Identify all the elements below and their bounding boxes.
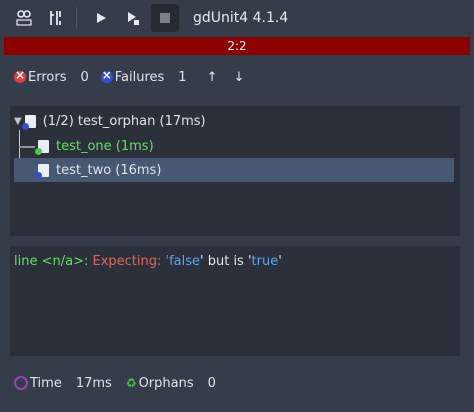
tree-item-test-two[interactable]: test_two (16ms) [14,158,454,182]
test-failed-icon [35,163,49,179]
test-tree: ▼ (1/2) test_orphan (17ms) test_one (1ms… [10,106,460,236]
orphans-label: Orphans [138,375,194,391]
tree-item-test-one[interactable]: test_one (1ms) [35,134,154,158]
time-label: Time [30,375,62,391]
stats-bar: Errors 0 Failures 1 ↑ ↓ [14,66,252,88]
tree-line [19,146,35,148]
tools-icon[interactable] [42,4,70,32]
progress-bar: 2:2 [4,37,470,55]
app-title: gdUnit4 4.1.4 [193,10,289,26]
time-icon [14,376,28,390]
test-passed-icon [35,139,49,155]
failure-icon [100,68,113,83]
orphans-value: 0 [207,375,216,391]
footer-stats: Time 17ms ♻ Orphans 0 [14,372,216,394]
output-line-ref: line <n/a>: [14,254,89,269]
output-expected: false [169,254,201,269]
tree-item-label: test_one (1ms) [56,138,154,154]
chevron-down-icon[interactable]: ▼ [14,116,22,127]
debug-run-icon[interactable] [119,4,147,32]
next-failure-button[interactable]: ↓ [233,70,244,85]
output-actual: true [251,254,279,269]
time-value: 17ms [75,375,112,391]
errors-count: 0 [80,69,89,85]
play-icon[interactable] [87,4,115,32]
prev-failure-button[interactable]: ↑ [207,70,218,85]
output-middle: ' but is ' [200,254,252,269]
suite-file-icon [21,114,36,130]
orphans-icon: ♻ [125,376,137,390]
stop-icon[interactable] [151,4,179,32]
tree-item-label: test_two (16ms) [56,162,162,178]
failures-count: 1 [178,69,187,85]
failures-label: Failures [114,69,165,85]
toolbar: gdUnit4 4.1.4 [0,0,474,36]
failure-output: line <n/a>: Expecting: 'false' but is 't… [10,246,460,356]
toolbar-separator [76,7,77,29]
output-end: ' [278,254,282,269]
doc-icon[interactable] [10,4,38,32]
tree-root-label: (1/2) test_orphan (17ms) [42,113,206,129]
output-message: Expecting: ' [88,254,170,269]
errors-label: Errors [28,69,67,85]
error-icon [14,68,26,83]
tree-root-row[interactable]: ▼ (1/2) test_orphan (17ms) [14,109,206,133]
